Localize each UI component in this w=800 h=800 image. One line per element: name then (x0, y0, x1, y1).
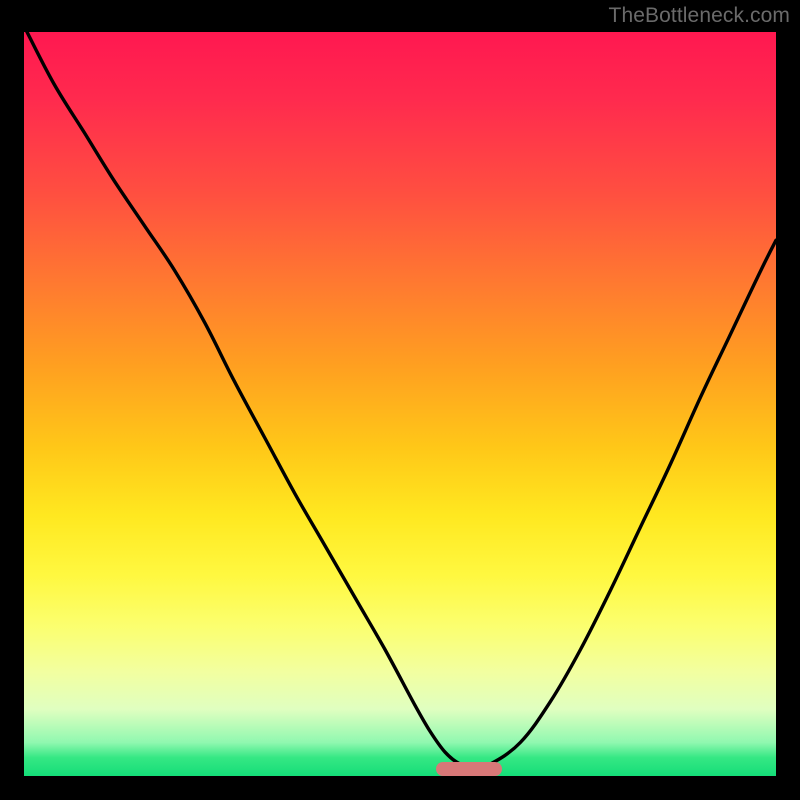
plot-area (24, 32, 776, 776)
bottleneck-curve (24, 32, 776, 776)
chart-frame: TheBottleneck.com (0, 0, 800, 800)
optimum-marker (436, 762, 502, 776)
watermark-text: TheBottleneck.com (609, 4, 790, 28)
